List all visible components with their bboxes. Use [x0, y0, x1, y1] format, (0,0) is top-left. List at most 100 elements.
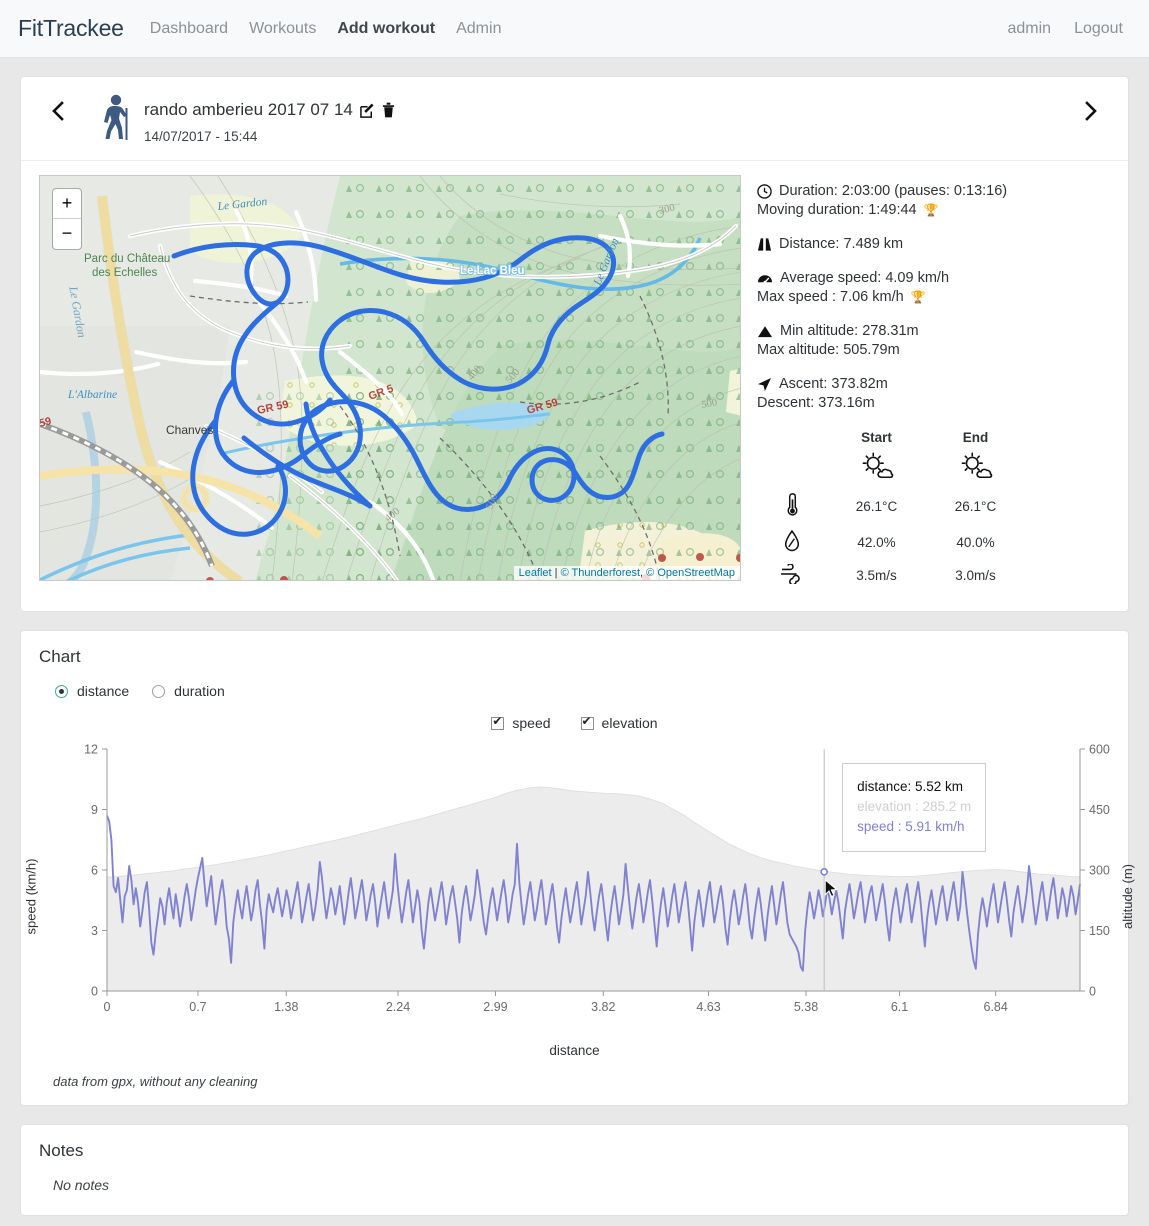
thunderforest-link[interactable]: © Thunderforest [561, 567, 640, 579]
attrib-sep: | [551, 567, 561, 579]
location-arrow-icon [757, 377, 772, 391]
stat-min-altitude-text: Min altitude: 278.31m [780, 323, 919, 339]
svg-text:0: 0 [91, 985, 98, 999]
nav-link-user[interactable]: admin [1007, 20, 1051, 38]
svg-text:1.38: 1.38 [274, 1000, 298, 1014]
radio-duration[interactable] [152, 684, 166, 698]
weather-header-row: Start End [757, 429, 1025, 447]
checkbox-elevation[interactable]: elevation [580, 714, 658, 731]
stat-group-duration: Duration: 2:03:00 (pauses: 0:13:16) Movi… [757, 183, 1110, 218]
notes-section-title: Notes [39, 1141, 84, 1160]
svg-text:0: 0 [1089, 985, 1096, 999]
stat-distance-text: Distance: 7.489 km [779, 236, 904, 252]
stat-average-speed-text: Average speed: 4.09 km/h [780, 270, 950, 286]
stat-duration: Duration: 2:03:00 (pauses: 0:13:16) [757, 183, 1110, 199]
weather-wind-end: 3.0m/s [955, 568, 996, 583]
chart-y-right-label: altitude (m) [1119, 863, 1135, 930]
radio-distance-label[interactable]: distance [77, 683, 129, 699]
weather-panel: Start End 26.1°C 26.1°C 42.0% 40.0% 3.5m… [757, 429, 1110, 591]
nav-link-dashboard[interactable]: Dashboard [150, 20, 228, 38]
workout-map[interactable]: Le Gardon Le Gardon Le Gardon Le Lac Ble… [39, 175, 741, 581]
workout-body: Le Gardon Le Gardon Le Gardon Le Lac Ble… [21, 161, 1128, 611]
edit-icon[interactable] [360, 103, 375, 118]
checkbox-speed-box[interactable] [491, 714, 505, 730]
stat-moving-duration: Moving duration: 1:49:44 🏆 [757, 202, 1110, 218]
chart-tooltip: distance: 5.52 km elevation : 285.2 m sp… [842, 763, 987, 852]
humidity-drop-icon [784, 529, 800, 552]
weather-temp-end: 26.1°C [954, 499, 997, 514]
weather-condition-label [757, 447, 827, 488]
checkbox-speed[interactable]: speed [491, 714, 551, 731]
previous-workout-button[interactable] [39, 93, 76, 133]
wind-icon [781, 563, 800, 586]
svg-text:300: 300 [1089, 864, 1110, 878]
stat-group-ascent: Ascent: 373.82m Descent: 373.16m [757, 376, 1110, 411]
checkbox-speed-label[interactable]: speed [512, 715, 550, 731]
chart-plot-area[interactable]: speed (km/h) altitude (m) 0 3 6 9 12 0 150 300 4… [23, 741, 1135, 1041]
leaflet-link[interactable]: Leaflet [519, 567, 552, 579]
next-workout-button[interactable] [1073, 93, 1110, 133]
thermometer-icon [787, 493, 797, 516]
trash-icon[interactable] [382, 102, 395, 118]
svg-text:9: 9 [91, 803, 98, 817]
zoom-in-button[interactable]: + [53, 189, 81, 219]
chart-xaxis-radiogroup: distance duration [39, 683, 1110, 699]
svg-text:150: 150 [1089, 924, 1110, 938]
weather-humidity-start: 42.0% [857, 535, 896, 550]
nav-link-admin[interactable]: Admin [456, 20, 501, 38]
app-brand[interactable]: FitTrackee [18, 15, 124, 42]
svg-text:L'Albarine: L'Albarine [67, 389, 117, 401]
svg-text:2.99: 2.99 [483, 1000, 507, 1014]
svg-text:6.84: 6.84 [984, 1000, 1008, 1014]
checkbox-elevation-label[interactable]: elevation [602, 715, 658, 731]
radio-distance[interactable] [55, 684, 68, 698]
svg-text:0: 0 [104, 1000, 111, 1014]
page-title: rando amberieu 2017 07 14 [144, 100, 353, 119]
tooltip-speed: speed : 5.91 km/h [857, 819, 965, 834]
svg-text:Chanves: Chanves [166, 423, 213, 437]
workout-card: rando amberieu 2017 07 14 14/07/2017 - 1… [20, 76, 1129, 612]
tooltip-elevation: elevation : 285.2 m [857, 799, 972, 814]
stat-average-speed: Average speed: 4.09 km/h [757, 270, 1110, 286]
notes-empty-text: No notes [53, 1177, 110, 1193]
nav-link-add-workout[interactable]: Add workout [337, 20, 435, 38]
workout-stats: Duration: 2:03:00 (pauses: 0:13:16) Movi… [757, 175, 1110, 591]
svg-text:6.1: 6.1 [891, 1000, 908, 1014]
svg-text:Parc du Château: Parc du Château [84, 253, 170, 265]
mountain-icon [757, 325, 773, 337]
map-zoom-controls[interactable]: + − [52, 188, 82, 250]
chart-card: Chart distance duration speed elevation … [20, 630, 1135, 1106]
chevron-left-icon [52, 101, 64, 121]
sport-hiking-icon [94, 93, 136, 146]
nav-user-area: admin Logout [1007, 20, 1131, 38]
svg-text:12: 12 [84, 743, 98, 757]
chart-series-checkboxes: speed elevation [39, 714, 1110, 731]
stat-ascent-text: Ascent: 373.82m [779, 376, 888, 392]
svg-text:3.82: 3.82 [591, 1000, 615, 1014]
svg-text:des Echelles: des Echelles [92, 267, 157, 279]
weather-table: Start End 26.1°C 26.1°C 42.0% 40.0% 3.5m… [757, 429, 1025, 591]
stat-ascent: Ascent: 373.82m [757, 376, 1110, 392]
nav-link-logout[interactable]: Logout [1074, 20, 1123, 38]
svg-text:3: 3 [91, 924, 98, 938]
nav-link-workouts[interactable]: Workouts [249, 20, 316, 38]
chart-footnote: data from gpx, without any cleaning [53, 1074, 258, 1089]
weather-temp-start: 26.1°C [855, 499, 898, 514]
radio-duration-label[interactable]: duration [174, 683, 225, 699]
sun-cloud-icon [961, 452, 992, 479]
weather-temperature-row: 26.1°C 26.1°C [757, 488, 1025, 525]
weather-humidity-end: 40.0% [956, 535, 995, 550]
tooltip-distance: distance: 5.52 km [857, 779, 963, 794]
workout-date: 14/07/2017 - 15:44 [144, 129, 258, 144]
weather-condition-end [926, 447, 1025, 488]
stat-descent-text: Descent: 373.16m [757, 395, 875, 411]
chart-x-axis-label: distance [549, 1043, 600, 1058]
openstreetmap-link[interactable]: © OpenStreetMap [646, 567, 735, 579]
weather-condition-start [827, 447, 926, 488]
stat-duration-text: Duration: 2:03:00 (pauses: 0:13:16) [779, 183, 1008, 199]
workout-header: rando amberieu 2017 07 14 14/07/2017 - 1… [21, 77, 1128, 161]
checkbox-elevation-box[interactable] [580, 714, 594, 730]
zoom-out-button[interactable]: − [53, 219, 81, 249]
chart-section-title: Chart [39, 647, 81, 666]
stat-moving-duration-text: Moving duration: 1:49:44 [757, 202, 917, 218]
